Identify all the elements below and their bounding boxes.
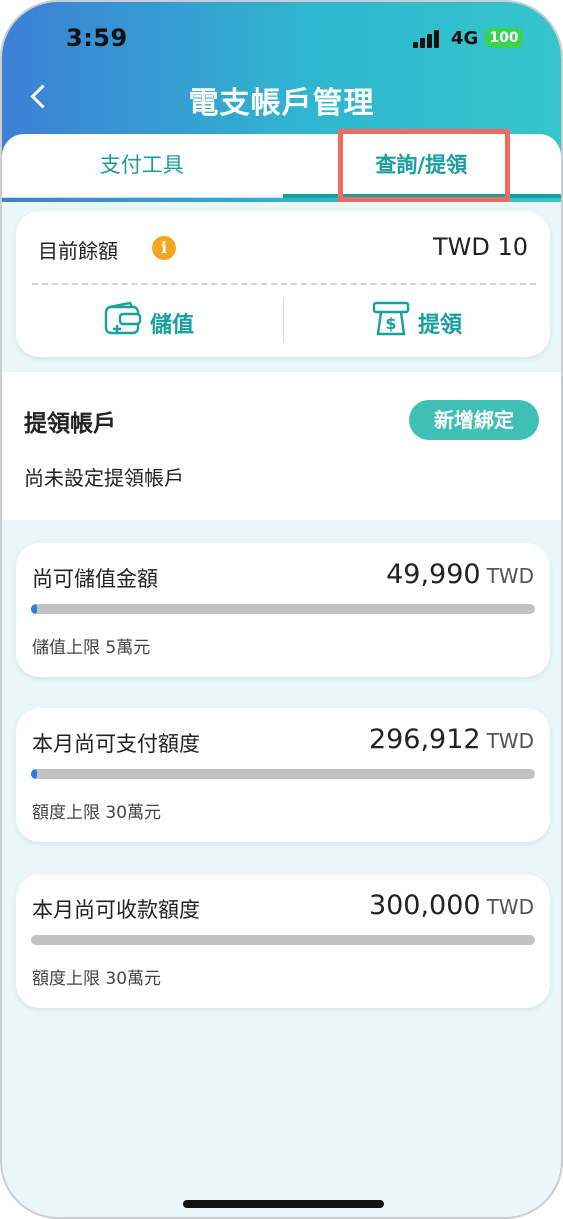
tab-payment-tools[interactable]: 支付工具 <box>2 134 282 198</box>
cash-withdraw-icon: $ <box>372 301 410 336</box>
limit-value: 300,000 TWD <box>369 890 534 921</box>
limit-card-payment: 本月尚可支付額度 296,912 TWD 額度上限 30萬元 <box>16 708 550 842</box>
limit-label: 本月尚可收款額度 <box>32 898 200 922</box>
limit-amount: 300,000 <box>368 890 481 921</box>
balance-card: 目前餘額 i TWD 10 儲值 $ 提領 <box>16 211 550 357</box>
limit-value: 296,912 TWD <box>369 724 534 755</box>
limit-currency: TWD <box>486 564 534 588</box>
signal-icon <box>413 30 441 48</box>
withdraw-label: 提領 <box>418 313 463 338</box>
withdraw-account-status: 尚未設定提領帳戶 <box>24 466 184 490</box>
add-binding-button[interactable]: 新增綁定 <box>409 400 539 440</box>
deposit-label: 儲值 <box>150 313 195 338</box>
battery-icon: 100 <box>485 28 523 48</box>
limit-progress-fill <box>31 769 37 779</box>
svg-text:$: $ <box>385 314 396 333</box>
action-divider <box>283 299 284 343</box>
limit-card-deposit: 尚可儲值金額 49,990 TWD 儲值上限 5萬元 <box>16 543 550 677</box>
limit-currency: TWD <box>486 729 534 753</box>
phone-screen: 3:59 4G 100 電支帳戶管理 支付工具 查詢/提領 目前餘額 i TWD… <box>0 0 563 1219</box>
withdraw-account-section: 提領帳戶 新增綁定 尚未設定提領帳戶 <box>2 372 561 520</box>
limit-note: 額度上限 30萬元 <box>32 803 162 823</box>
limit-progress-bar <box>31 769 535 779</box>
network-label: 4G <box>451 28 479 49</box>
home-indicator[interactable] <box>183 1200 384 1208</box>
limit-progress-bar <box>31 604 535 614</box>
balance-value: TWD 10 <box>432 233 528 261</box>
limit-currency: TWD <box>486 895 534 919</box>
info-icon[interactable]: i <box>152 236 176 260</box>
balance-label: 目前餘額 <box>38 239 118 263</box>
limit-progress-bar <box>31 935 535 945</box>
limit-amount: 49,990 <box>386 559 481 590</box>
limit-card-receive: 本月尚可收款額度 300,000 TWD 額度上限 30萬元 <box>16 874 550 1008</box>
page-title: 電支帳戶管理 <box>188 86 375 121</box>
limit-value: 49,990 TWD <box>386 559 534 590</box>
limit-note: 額度上限 30萬元 <box>32 969 162 989</box>
limit-progress-fill <box>31 604 37 614</box>
limit-note: 儲值上限 5萬元 <box>32 638 151 658</box>
dashed-divider <box>32 283 536 285</box>
nav-bar: 電支帳戶管理 <box>2 72 561 128</box>
limit-amount: 296,912 <box>368 724 481 755</box>
limit-label: 本月尚可支付額度 <box>32 732 200 756</box>
highlight-box <box>338 129 510 202</box>
limit-label: 尚可儲值金額 <box>32 567 158 591</box>
status-bar: 3:59 4G 100 <box>2 2 561 72</box>
withdraw-account-title: 提領帳戶 <box>24 411 116 437</box>
wallet-plus-icon <box>104 301 142 335</box>
status-time: 3:59 <box>66 24 128 52</box>
